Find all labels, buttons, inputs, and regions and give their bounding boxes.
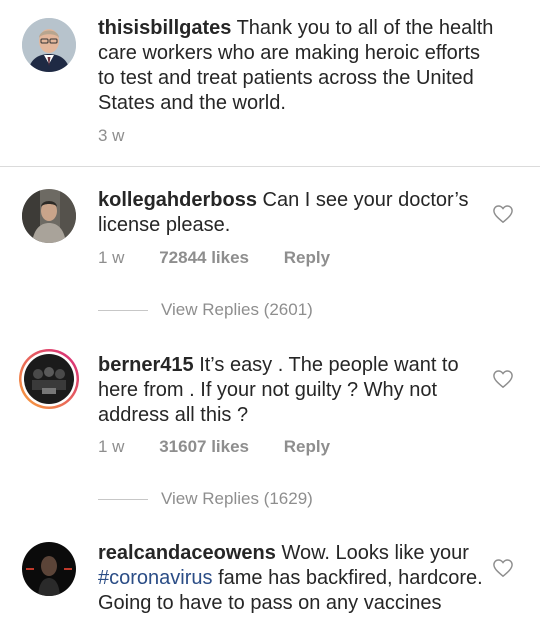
comment-2-view-replies[interactable]: View Replies (1629) (98, 489, 313, 509)
avatar-kollegahderboss[interactable] (22, 189, 76, 243)
avatar-thisisbillgates[interactable] (22, 18, 76, 72)
comment-2-view-replies-label: View Replies (1629) (161, 489, 313, 508)
comment-2-time: 1 w (98, 437, 125, 456)
view-replies-rule (98, 310, 148, 312)
caption-divider (0, 166, 540, 167)
heart-outline-icon[interactable] (492, 204, 514, 224)
caption-time: 3 w (98, 126, 125, 145)
comments-screen: thisisbillgates Thank you to all of the … (0, 0, 540, 640)
comment-1-likes[interactable]: 72844 likes (159, 248, 249, 268)
caption-meta: 3 w (98, 126, 124, 146)
avatar-realcandaceowens[interactable] (22, 542, 76, 596)
comment-1-time: 1 w (98, 248, 125, 267)
comment-1-view-replies[interactable]: View Replies (2601) (98, 300, 313, 320)
comment-2-username[interactable]: berner415 (98, 354, 194, 376)
comment-2-meta: 1 w 31607 likes Reply (98, 437, 330, 457)
comment-3-body-end: fame has backfired, hardcore. (212, 567, 483, 589)
comment-2-likes[interactable]: 31607 likes (159, 437, 249, 457)
avatar-berner415[interactable] (18, 348, 80, 410)
caption-text: thisisbillgates Thank you to all of the … (98, 16, 498, 116)
comment-2-text: berner415 It’s easy . The people want to… (98, 353, 483, 428)
comment-2-reply-button[interactable]: Reply (284, 437, 330, 457)
comment-3-text: realcandaceowens Wow. Looks like your #c… (98, 541, 483, 616)
hashtag-link[interactable]: #coronavirus (98, 567, 213, 589)
caption-username[interactable]: thisisbillgates (98, 17, 231, 39)
heart-outline-icon[interactable] (492, 369, 514, 389)
view-replies-rule (98, 499, 148, 501)
comment-1-view-replies-label: View Replies (2601) (161, 300, 313, 319)
comment-1-meta: 1 w 72844 likes Reply (98, 248, 330, 268)
comment-3-body-line2: Going to have to pass on any vaccines (98, 592, 442, 614)
comment-3-body-start: Wow. Looks like your (281, 542, 469, 564)
heart-outline-icon[interactable] (492, 558, 514, 578)
comment-1-username[interactable]: kollegahderboss (98, 189, 257, 211)
comment-1-reply-button[interactable]: Reply (284, 248, 330, 268)
comment-3-username[interactable]: realcandaceowens (98, 542, 276, 564)
comment-1-text: kollegahderboss Can I see your doctor’s … (98, 188, 478, 238)
